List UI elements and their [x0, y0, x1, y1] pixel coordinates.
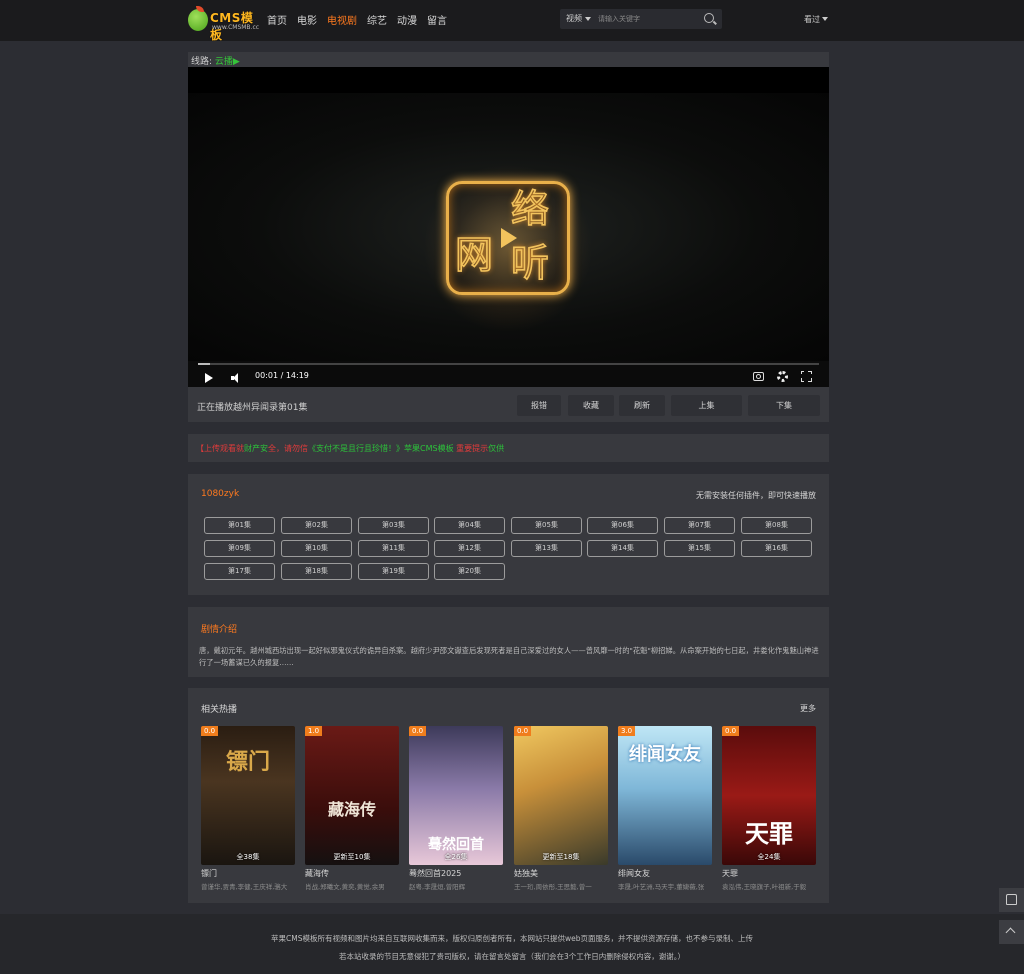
nav-guestbook[interactable]: 留言: [427, 12, 447, 27]
play-icon[interactable]: [205, 373, 213, 383]
progress-bar[interactable]: [198, 363, 819, 365]
refresh-button[interactable]: 刷新: [619, 395, 665, 416]
chevron-down-icon: [585, 17, 591, 21]
notice-banner: 【上传观看就财产安全，请勿信《支付不是且行且珍惜！》苹果CMS模板 重要提示仅供: [188, 434, 829, 462]
time-display: 00:01 / 14:19: [255, 371, 309, 380]
intro-seal-logo: 网 络 听: [446, 181, 570, 295]
favorite-button[interactable]: 收藏: [568, 395, 614, 416]
poster-image[interactable]: 蓦然回首 0.0 全26集: [409, 726, 503, 865]
now-playing-text: 正在播放越州异闻录第01集: [197, 403, 308, 413]
related-title: 相关热播: [201, 705, 238, 715]
fullscreen-icon[interactable]: [800, 370, 812, 382]
episode-button[interactable]: 第11集: [358, 540, 429, 557]
nav-variety[interactable]: 综艺: [367, 12, 387, 27]
episode-button[interactable]: 第10集: [281, 540, 352, 557]
episode-button[interactable]: 第19集: [358, 563, 429, 580]
next-episode-button[interactable]: 下集: [748, 395, 820, 416]
related-card[interactable]: 0.0 更新至18集 姑独美 王一珩,周依彤,王思懿,曾一: [514, 726, 608, 891]
episode-button[interactable]: 第15集: [664, 540, 735, 557]
footer-disclaimer: 苹果CMS模板所有视频和图片均来自互联网收集而来，版权归原创者所有，本网站只提供…: [271, 934, 753, 943]
poster-image[interactable]: 藏海传 1.0 更新至10集: [305, 726, 399, 865]
synopsis-title: 剧情介绍: [201, 625, 238, 635]
nav-tv[interactable]: 电视剧: [327, 12, 357, 27]
video-player[interactable]: 网 络 听 00:01 / 14:19: [188, 67, 829, 387]
nav-home[interactable]: 首页: [267, 12, 287, 27]
nav-anime[interactable]: 动漫: [397, 12, 417, 27]
related-card[interactable]: 镖门 0.0 全38集 镖门 曾谨华,贾青,李健,王庆祥,骆大: [201, 726, 295, 891]
shirt-icon: [1006, 894, 1017, 905]
related-card[interactable]: 蓦然回首 0.0 全26集 蓦然回首2025 赵粤,李晟烜,曾阳辉: [409, 726, 503, 891]
synopsis-panel: 剧情介绍 唐，戴初元年。越州城西坊出现一起好似邪鬼仪式的诡异自杀案。越府少尹邵文…: [188, 607, 829, 677]
search-icon[interactable]: [704, 13, 714, 23]
chevron-down-icon: [822, 17, 828, 21]
episode-button[interactable]: 第17集: [204, 563, 275, 580]
episode-button[interactable]: 第07集: [664, 517, 735, 534]
footer-copyright-note: 若本站收录的节目无意侵犯了贵司版权，请在留言处留言（我们会在3个工作日内删除侵权…: [338, 952, 686, 961]
play-hint: 无需安装任何插件，即可快速播放: [696, 491, 816, 500]
episode-button[interactable]: 第14集: [587, 540, 658, 557]
report-error-button[interactable]: 报错: [517, 395, 561, 416]
episode-button[interactable]: 第18集: [281, 563, 352, 580]
route-source-link[interactable]: 云播▶: [215, 57, 240, 67]
search-input[interactable]: 请输入关键字: [598, 14, 640, 24]
poster-image[interactable]: 天罪 0.0 全24集: [722, 726, 816, 865]
search-category-select[interactable]: 视频: [566, 13, 582, 24]
footer: 苹果CMS模板所有视频和图片均来自互联网收集而来，版权归原创者所有，本网站只提供…: [0, 914, 1024, 974]
theme-button[interactable]: [999, 888, 1024, 912]
episode-button[interactable]: 第09集: [204, 540, 275, 557]
episode-button[interactable]: 第13集: [511, 540, 582, 557]
chevron-up-icon: [1005, 927, 1016, 938]
related-card[interactable]: 藏海传 1.0 更新至10集 藏海传 肖战,郑曦文,黄奕,黄觉,余男: [305, 726, 399, 891]
episode-list-panel: 1080zyk 无需安装任何插件，即可快速播放 第01集 第02集 第03集 第04集…: [188, 474, 829, 595]
poster-image[interactable]: 0.0 更新至18集: [514, 726, 608, 865]
main-nav: 首页 电影 电视剧 综艺 动漫 留言: [267, 12, 447, 27]
episode-button[interactable]: 第05集: [511, 517, 582, 534]
back-to-top-button[interactable]: [999, 920, 1024, 944]
top-bar: CMS模板 www.CMSMB.cc 首页 电影 电视剧 综艺 动漫 留言 视频…: [0, 0, 1024, 42]
synopsis-text: 唐，戴初元年。越州城西坊出现一起好似邪鬼仪式的诡异自杀案。越府少尹邵文谳查后发现…: [199, 646, 819, 667]
episode-button[interactable]: 第12集: [434, 540, 505, 557]
volume-icon[interactable]: [231, 373, 241, 383]
history-menu[interactable]: 看过: [804, 14, 820, 25]
related-card[interactable]: 天罪 0.0 全24集 天罪 袁泓伟,王晓旗子,叶祖新,于毅: [722, 726, 816, 891]
episode-button[interactable]: 第03集: [358, 517, 429, 534]
episode-button[interactable]: 第08集: [741, 517, 812, 534]
source-title[interactable]: 1080zyk: [201, 489, 239, 499]
poster-image[interactable]: 镖门 0.0 全38集: [201, 726, 295, 865]
nav-movies[interactable]: 电影: [297, 12, 317, 27]
poster-image[interactable]: 绯闻女友 3.0: [618, 726, 712, 865]
episode-button[interactable]: 第01集: [204, 517, 275, 534]
gear-icon[interactable]: [777, 371, 788, 382]
play-icon: [501, 228, 517, 248]
episode-button[interactable]: 第06集: [587, 517, 658, 534]
screenshot-icon[interactable]: [753, 372, 764, 381]
episode-button[interactable]: 第20集: [434, 563, 505, 580]
player-panel: 线路: 云播▶ 网 络 听 00:01 / 14:19 正在播放越州异闻录第01…: [188, 52, 829, 422]
more-link[interactable]: 更多: [800, 703, 816, 714]
episode-button[interactable]: 第02集: [281, 517, 352, 534]
route-selector: 线路: 云播▶: [191, 57, 240, 67]
player-controls: 00:01 / 14:19: [188, 361, 829, 387]
prev-episode-button[interactable]: 上集: [671, 395, 742, 416]
site-logo[interactable]: CMS模板 www.CMSMB.cc: [188, 6, 259, 42]
apple-logo-icon: [188, 9, 208, 31]
search-box: 视频 请输入关键字: [560, 9, 722, 29]
episode-button[interactable]: 第04集: [434, 517, 505, 534]
episode-button[interactable]: 第16集: [741, 540, 812, 557]
related-card[interactable]: 绯闻女友 3.0 绯闻女友 李晟,叶艺洲,马天宇,董婕薇,张: [618, 726, 712, 891]
video-frame: 网 络 听: [188, 93, 829, 361]
related-panel: 相关热播 更多 镖门 0.0 全38集 镖门 曾谨华,贾青,李健,王庆祥,骆大 …: [188, 688, 829, 903]
